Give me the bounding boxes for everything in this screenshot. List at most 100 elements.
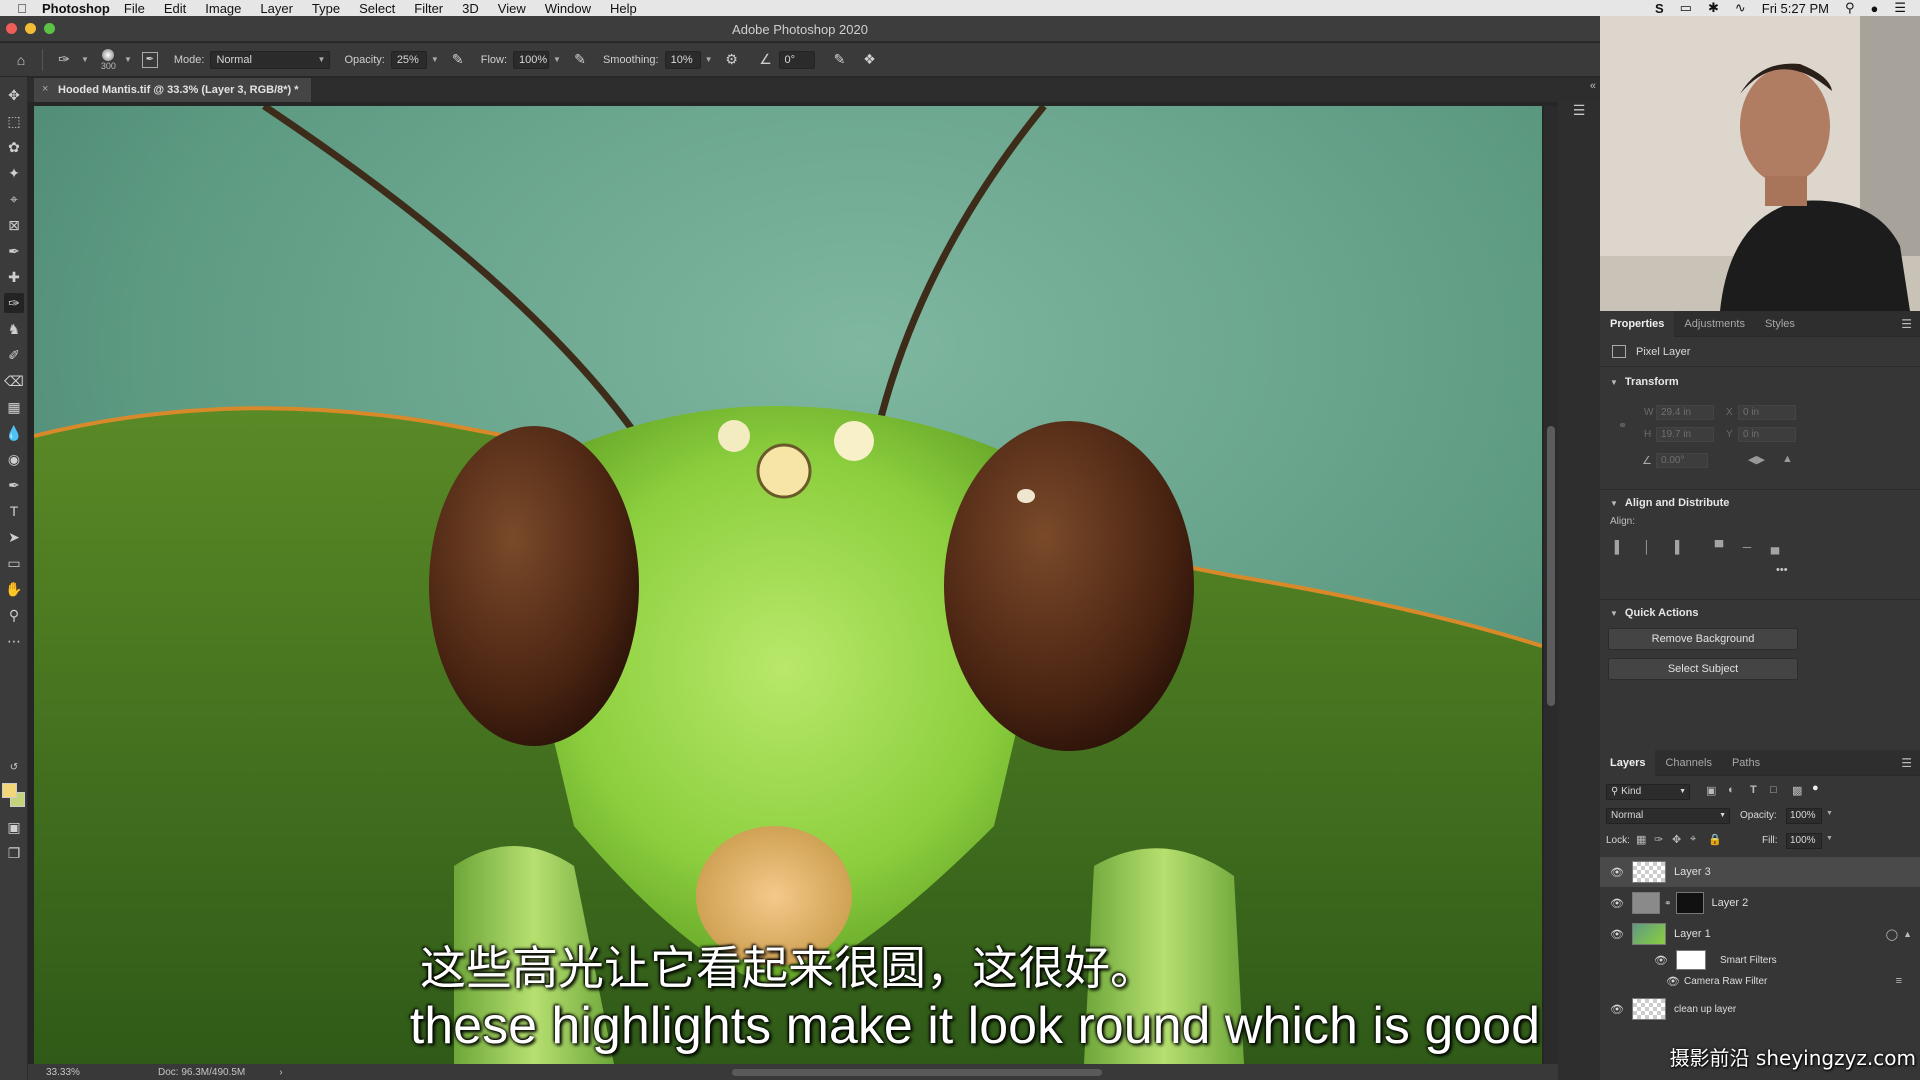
layer-row-camera-raw-filter[interactable]: 👁 Camera Raw Filter ≡ bbox=[1600, 970, 1920, 992]
visibility-eye-icon[interactable]: 👁 bbox=[1610, 866, 1624, 879]
type-tool-icon[interactable]: T bbox=[4, 501, 24, 521]
align-bottom-icon[interactable]: ▄ bbox=[1768, 540, 1782, 554]
swap-colors-icon[interactable]: ↺ bbox=[4, 757, 24, 777]
layer-name[interactable]: clean up layer bbox=[1674, 1004, 1736, 1015]
more-tools-icon[interactable]: ⋯ bbox=[4, 631, 24, 651]
filter-pixel-icon[interactable]: ▣ bbox=[1706, 784, 1716, 797]
screen-mode-icon[interactable]: ❐ bbox=[4, 843, 24, 863]
lock-position-icon[interactable]: ✥ bbox=[1672, 833, 1681, 846]
chevron-up-icon[interactable]: ▲ bbox=[1903, 929, 1912, 939]
chevron-down-icon[interactable]: ▼ bbox=[431, 55, 439, 64]
filter-shape-icon[interactable]: □ bbox=[1770, 784, 1777, 796]
chevron-down-icon[interactable]: ▼ bbox=[553, 55, 561, 64]
blend-mode-select[interactable]: Normal ▼ bbox=[1606, 808, 1730, 824]
menu-3d[interactable]: 3D bbox=[462, 1, 479, 16]
healing-brush-tool-icon[interactable]: ✚ bbox=[4, 267, 24, 287]
mode-select[interactable]: Normal ▼ bbox=[210, 50, 331, 69]
align-horizontal-center-icon[interactable]: │ bbox=[1640, 540, 1654, 554]
align-right-icon[interactable]: ▐ bbox=[1668, 540, 1682, 554]
zoom-level[interactable]: 33.33% bbox=[46, 1067, 106, 1078]
menu-filter[interactable]: Filter bbox=[414, 1, 443, 16]
layer-row-layer-3[interactable]: 👁 Layer 3 bbox=[1600, 857, 1920, 887]
marquee-tool-icon[interactable]: ⬚ bbox=[4, 111, 24, 131]
align-left-icon[interactable]: ▌ bbox=[1612, 540, 1626, 554]
lasso-tool-icon[interactable]: ✿ bbox=[4, 137, 24, 157]
filter-smart-object-icon[interactable]: ▩ bbox=[1792, 784, 1802, 797]
layer-mask-thumbnail[interactable] bbox=[1675, 892, 1704, 914]
menu-select[interactable]: Select bbox=[359, 1, 395, 16]
layer-row-clean-up-layer[interactable]: 👁 clean up layer bbox=[1600, 994, 1920, 1024]
tab-styles[interactable]: Styles bbox=[1755, 311, 1805, 337]
bluetooth-icon[interactable]: ✱ bbox=[1708, 0, 1719, 16]
transform-header[interactable]: ▼ Transform bbox=[1600, 371, 1920, 393]
hand-tool-icon[interactable]: ✋ bbox=[4, 579, 24, 599]
user-icon[interactable]: ● bbox=[1870, 1, 1878, 16]
align-vertical-center-icon[interactable]: ─ bbox=[1740, 540, 1754, 554]
tab-layers[interactable]: Layers bbox=[1600, 749, 1656, 776]
menu-clock[interactable]: Fri 5:27 PM bbox=[1762, 1, 1829, 16]
lock-transparency-icon[interactable]: ▦ bbox=[1636, 833, 1646, 846]
layer-name[interactable]: Layer 1 bbox=[1674, 928, 1711, 940]
filter-adjustment-icon[interactable]: ◐ bbox=[1728, 784, 1735, 796]
eyedropper-tool-icon[interactable]: ✒ bbox=[4, 241, 24, 261]
dodge-tool-icon[interactable]: ◉ bbox=[4, 449, 24, 469]
menu-layer[interactable]: Layer bbox=[260, 1, 293, 16]
apple-icon[interactable]:  bbox=[12, 1, 32, 16]
menu-help[interactable]: Help bbox=[610, 1, 637, 16]
frame-tool-icon[interactable]: ⊠ bbox=[4, 215, 24, 235]
pen-tool-icon[interactable]: ✒ bbox=[4, 475, 24, 495]
brush-preset-picker[interactable]: 300 bbox=[101, 48, 116, 71]
panel-menu-icon[interactable]: ☰ bbox=[1901, 756, 1912, 770]
blur-tool-icon[interactable]: 💧 bbox=[4, 423, 24, 443]
filter-mask-thumbnail[interactable] bbox=[1676, 950, 1706, 970]
horizontal-scroll-thumb[interactable] bbox=[732, 1069, 1102, 1076]
tab-adjustments[interactable]: Adjustments bbox=[1674, 311, 1755, 337]
layer-name[interactable]: Layer 2 bbox=[1712, 897, 1749, 909]
pressure-opacity-icon[interactable]: ✎ bbox=[449, 51, 467, 69]
panel-menu-icon[interactable]: ☰ bbox=[1901, 317, 1912, 331]
select-subject-button[interactable]: Select Subject bbox=[1608, 658, 1798, 680]
eraser-tool-icon[interactable]: ⌫ bbox=[4, 371, 24, 391]
visibility-eye-icon[interactable]: 👁 bbox=[1666, 975, 1680, 988]
layer-opacity-input[interactable]: 100% bbox=[1786, 808, 1822, 824]
filter-kind-select[interactable]: ⚲ Kind ▼ bbox=[1606, 784, 1690, 800]
flow-input[interactable]: 100% bbox=[513, 50, 550, 69]
link-icon[interactable]: ⚭ bbox=[1618, 419, 1627, 432]
wifi-icon[interactable]: ∿ bbox=[1735, 0, 1746, 16]
gear-icon[interactable]: ⚙ bbox=[723, 51, 741, 69]
chevron-down-icon[interactable]: ▼ bbox=[1826, 835, 1833, 842]
menu-window[interactable]: Window bbox=[545, 1, 591, 16]
chevron-down-icon[interactable]: ▼ bbox=[124, 55, 132, 64]
brush-tool-icon[interactable]: ✑ bbox=[55, 51, 73, 69]
vertical-scrollbar[interactable] bbox=[1544, 106, 1558, 1064]
scroll-thumb[interactable] bbox=[1547, 426, 1555, 706]
align-top-icon[interactable]: ▀ bbox=[1712, 540, 1726, 554]
panel-toggle-icon[interactable]: ☰ bbox=[1569, 102, 1589, 122]
menu-image[interactable]: Image bbox=[205, 1, 241, 16]
tab-channels[interactable]: Channels bbox=[1655, 750, 1721, 776]
chevron-right-icon[interactable]: › bbox=[279, 1067, 282, 1078]
airplay-icon[interactable]: ▭ bbox=[1680, 0, 1692, 16]
move-tool-icon[interactable]: ✥ bbox=[4, 85, 24, 105]
gradient-tool-icon[interactable]: ▦ bbox=[4, 397, 24, 417]
quick-actions-header[interactable]: ▼ Quick Actions bbox=[1600, 602, 1920, 624]
list-icon[interactable]: ☰ bbox=[1894, 0, 1906, 16]
layer-name[interactable]: Camera Raw Filter bbox=[1684, 976, 1767, 987]
chevron-down-icon[interactable]: ▼ bbox=[705, 55, 713, 64]
layer-row-layer-1[interactable]: 👁 Layer 1 ◯ ▲ bbox=[1600, 919, 1920, 949]
visibility-eye-icon[interactable]: 👁 bbox=[1654, 954, 1668, 967]
pressure-size-icon[interactable]: ✎ bbox=[831, 51, 849, 69]
rectangle-tool-icon[interactable]: ▭ bbox=[4, 553, 24, 573]
filter-options-icon[interactable]: ≡ bbox=[1896, 975, 1902, 987]
rotation-input[interactable]: 0.00° bbox=[1656, 453, 1708, 468]
document-tab[interactable]: × Hooded Mantis.tif @ 33.3% (Layer 3, RG… bbox=[34, 78, 311, 102]
remove-background-button[interactable]: Remove Background bbox=[1608, 628, 1798, 650]
visibility-eye-icon[interactable]: 👁 bbox=[1610, 928, 1624, 941]
lock-pixels-icon[interactable]: ✑ bbox=[1654, 833, 1663, 846]
width-input[interactable]: 29.4 in bbox=[1656, 405, 1714, 420]
lock-artboard-icon[interactable]: ⌖ bbox=[1690, 833, 1696, 846]
chevron-down-icon[interactable]: ▼ bbox=[1826, 810, 1833, 817]
symmetry-icon[interactable]: ❖ bbox=[861, 51, 879, 69]
align-header[interactable]: ▼ Align and Distribute bbox=[1600, 492, 1920, 514]
menu-view[interactable]: View bbox=[498, 1, 526, 16]
